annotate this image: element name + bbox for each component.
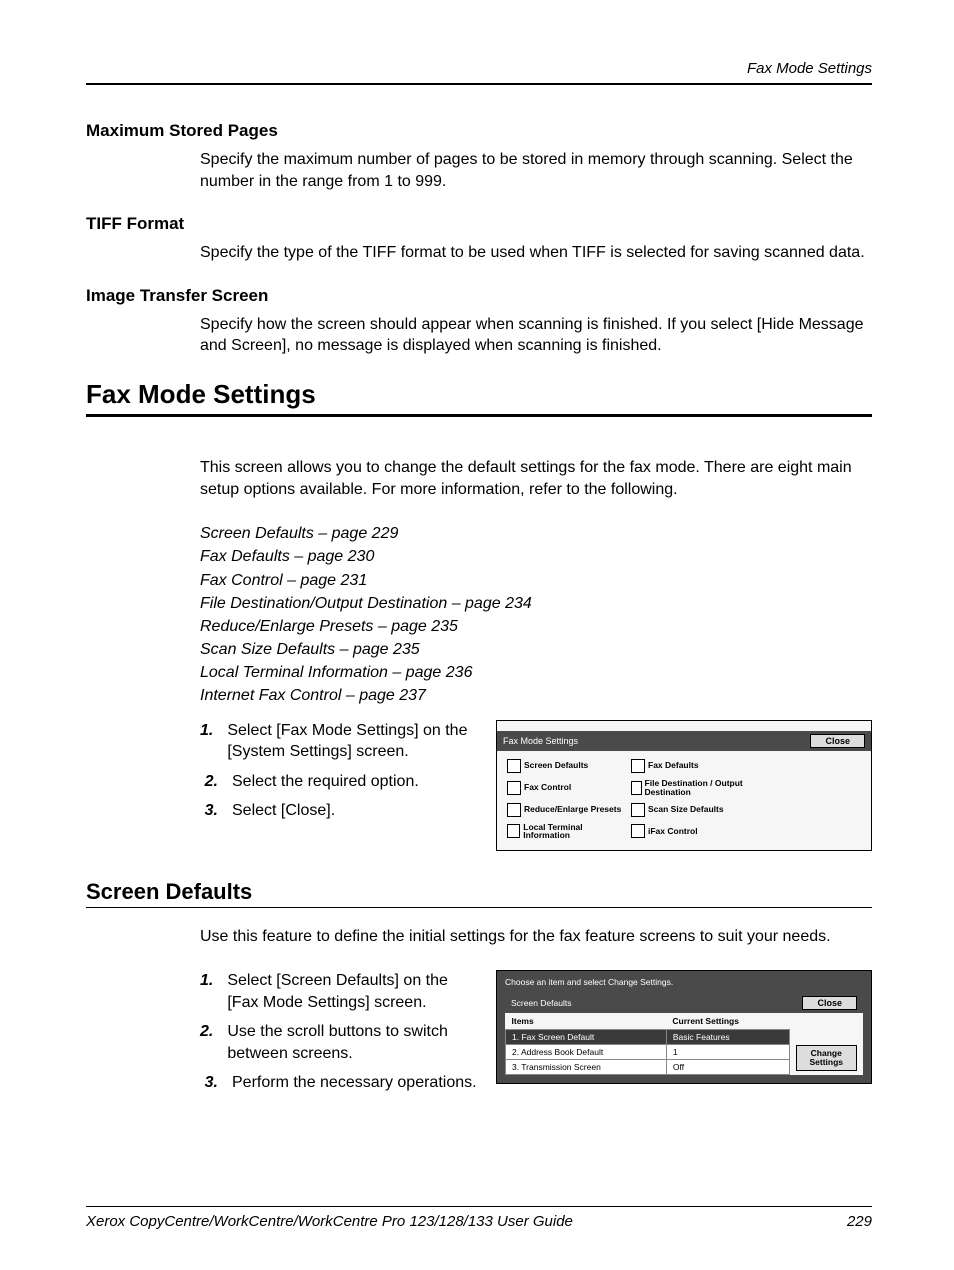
settings-table: Items Current Settings Change Settings 1…: [505, 1013, 863, 1075]
running-head: Fax Mode Settings: [86, 60, 872, 77]
close-button[interactable]: Close: [810, 734, 865, 748]
change-settings-button[interactable]: Change Settings: [796, 1045, 858, 1072]
button-icon: [631, 759, 645, 773]
button-label: File Destination / Output Destination: [645, 779, 749, 797]
body-fax-mode-intro: This screen allows you to change the def…: [200, 457, 872, 500]
screenshot-fax-mode-settings: Fax Mode Settings Close Screen Defaults …: [496, 720, 872, 852]
step-number: 1.: [200, 720, 213, 763]
heading-max-stored-pages: Maximum Stored Pages: [86, 121, 872, 141]
step-number: 2.: [200, 1021, 213, 1064]
step-text: Select [Fax Mode Settings] on the [Syste…: [227, 720, 480, 763]
step: 2. Select the required option.: [200, 771, 480, 793]
step-text: Select [Close].: [232, 800, 335, 822]
option-button[interactable]: Scan Size Defaults: [631, 803, 749, 817]
step: 3. Perform the necessary operations.: [200, 1072, 480, 1094]
step-text: Use the scroll buttons to switch between…: [227, 1021, 480, 1064]
button-label: Fax Defaults: [648, 761, 699, 770]
button-label: Screen Defaults: [524, 761, 588, 770]
page-number: 229: [847, 1213, 872, 1230]
button-label: iFax Control: [648, 827, 698, 836]
option-button[interactable]: iFax Control: [631, 823, 749, 841]
body-max-stored-pages: Specify the maximum number of pages to b…: [200, 149, 872, 192]
step-text: Select [Screen Defaults] on the [Fax Mod…: [227, 970, 480, 1013]
side-panel: Change Settings: [789, 1013, 863, 1075]
button-icon: [507, 781, 521, 795]
button-icon: [507, 759, 521, 773]
cell-item: 1. Fax Screen Default: [506, 1029, 667, 1044]
cell-item: 2. Address Book Default: [506, 1044, 667, 1059]
close-button[interactable]: Close: [802, 996, 857, 1010]
option-button[interactable]: Screen Defaults: [507, 759, 625, 773]
screenshot-screen-defaults: Choose an item and select Change Setting…: [496, 970, 872, 1084]
xref-link[interactable]: Reduce/Enlarge Presets – page 235: [200, 615, 872, 638]
col-current-settings: Current Settings: [666, 1013, 789, 1030]
step: 1. Select [Screen Defaults] on the [Fax …: [200, 970, 480, 1013]
button-icon: [631, 803, 645, 817]
heading-tiff-format: TIFF Format: [86, 214, 872, 234]
heading-fax-mode-settings: Fax Mode Settings: [86, 379, 872, 410]
step-text: Select the required option.: [232, 771, 419, 793]
steps-screen-defaults: 1. Select [Screen Defaults] on the [Fax …: [200, 970, 480, 1102]
option-button[interactable]: Local Terminal Information: [507, 823, 625, 841]
body-image-transfer-screen: Specify how the screen should appear whe…: [200, 314, 872, 357]
step-number: 2.: [200, 771, 218, 793]
cell-value: 1: [666, 1044, 789, 1059]
step-number: 3.: [200, 800, 218, 822]
footer-left: Xerox CopyCentre/WorkCentre/WorkCentre P…: [86, 1213, 573, 1230]
h2-rule: [86, 907, 872, 908]
heading-screen-defaults: Screen Defaults: [86, 879, 872, 905]
xref-link[interactable]: Internet Fax Control – page 237: [200, 684, 872, 707]
xref-link[interactable]: Fax Control – page 231: [200, 569, 872, 592]
screenshot-titlebar: Screen Defaults Close: [505, 993, 863, 1013]
cell-item: 3. Transmission Screen: [506, 1059, 667, 1074]
footer-rule: [86, 1206, 872, 1207]
option-button[interactable]: Reduce/Enlarge Presets: [507, 803, 625, 817]
step-number: 1.: [200, 970, 213, 1013]
button-icon: [507, 803, 521, 817]
screenshot-title: Fax Mode Settings: [503, 736, 578, 746]
h1-rule: [86, 414, 872, 417]
body-tiff-format: Specify the type of the TIFF format to b…: [200, 242, 872, 264]
button-icon: [631, 824, 645, 838]
option-button[interactable]: Fax Control: [507, 779, 625, 797]
running-head-rule: [86, 83, 872, 85]
footer: Xerox CopyCentre/WorkCentre/WorkCentre P…: [86, 1206, 872, 1230]
screenshot-instruction: Choose an item and select Change Setting…: [505, 977, 863, 987]
heading-image-transfer-screen: Image Transfer Screen: [86, 286, 872, 306]
step: 2. Use the scroll buttons to switch betw…: [200, 1021, 480, 1064]
xref-link[interactable]: Screen Defaults – page 229: [200, 522, 872, 545]
option-button[interactable]: Fax Defaults: [631, 759, 749, 773]
link-list: Screen Defaults – page 229 Fax Defaults …: [200, 522, 872, 708]
button-icon: [631, 781, 642, 795]
step: 1. Select [Fax Mode Settings] on the [Sy…: [200, 720, 480, 763]
xref-link[interactable]: File Destination/Output Destination – pa…: [200, 592, 872, 615]
cell-value: Off: [666, 1059, 789, 1074]
steps-fax-mode: 1. Select [Fax Mode Settings] on the [Sy…: [200, 720, 480, 830]
option-button[interactable]: File Destination / Output Destination: [631, 779, 749, 797]
xref-link[interactable]: Local Terminal Information – page 236: [200, 661, 872, 684]
step-text: Perform the necessary operations.: [232, 1072, 477, 1094]
button-label: Reduce/Enlarge Presets: [524, 805, 621, 814]
col-items: Items: [506, 1013, 667, 1030]
xref-link[interactable]: Scan Size Defaults – page 235: [200, 638, 872, 661]
button-label: Local Terminal Information: [523, 823, 625, 841]
button-icon: [507, 824, 520, 838]
screenshot-titlebar: Fax Mode Settings Close: [497, 731, 871, 751]
cell-value: Basic Features: [666, 1029, 789, 1044]
xref-link[interactable]: Fax Defaults – page 230: [200, 545, 872, 568]
body-screen-defaults-intro: Use this feature to define the initial s…: [200, 926, 872, 948]
button-label: Fax Control: [524, 783, 571, 792]
screenshot-title: Screen Defaults: [511, 998, 571, 1008]
step: 3. Select [Close].: [200, 800, 480, 822]
step-number: 3.: [200, 1072, 218, 1094]
button-label: Scan Size Defaults: [648, 805, 724, 814]
